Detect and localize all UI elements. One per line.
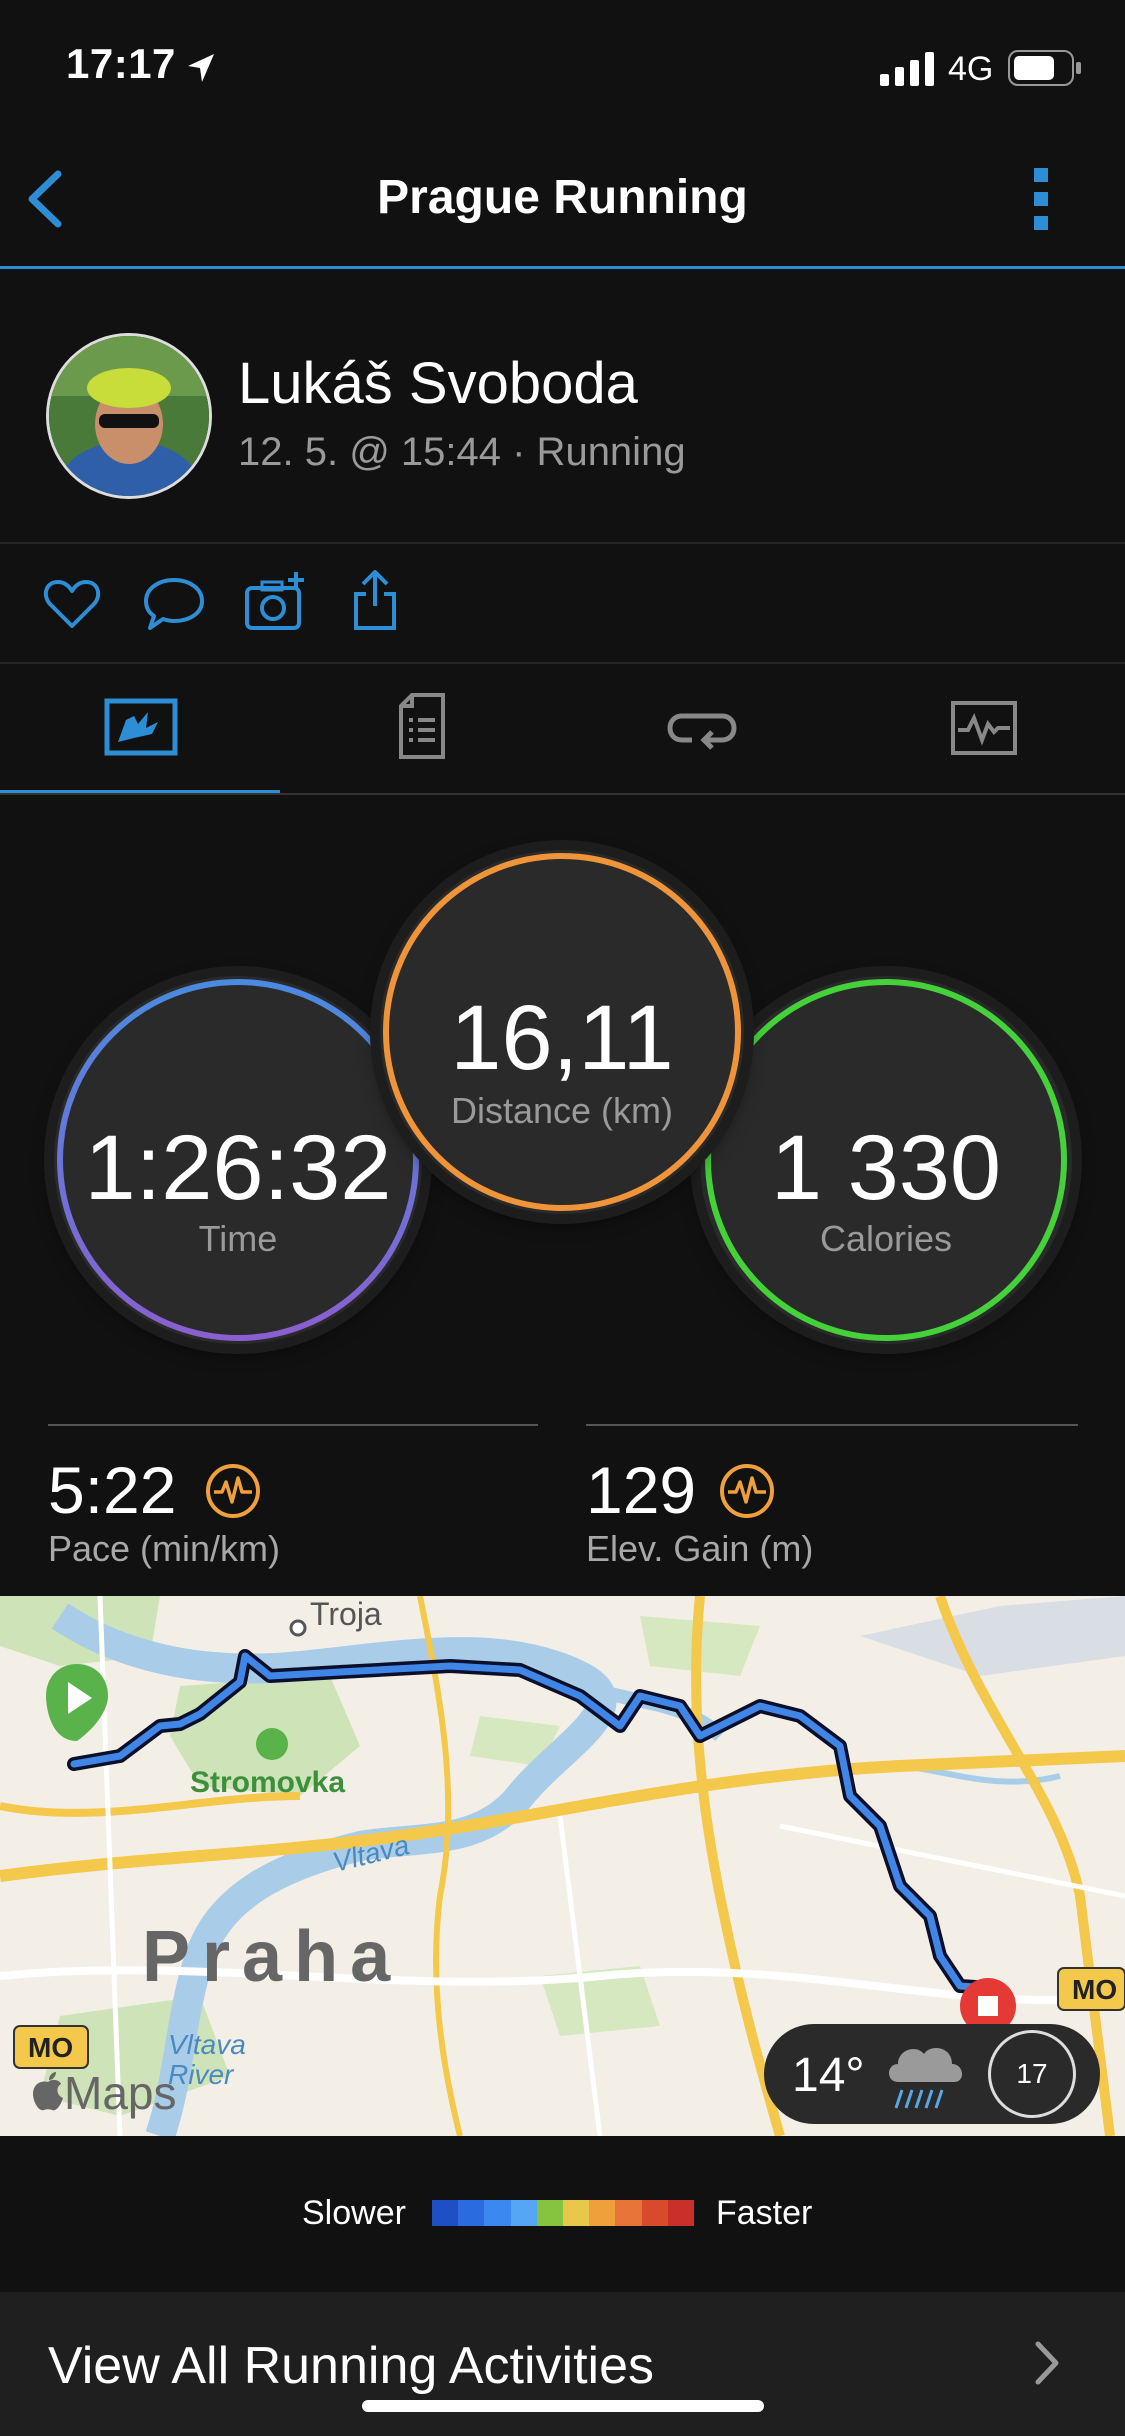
avatar[interactable] — [46, 333, 212, 499]
share-icon[interactable] — [352, 570, 398, 632]
divider — [0, 542, 1125, 544]
map-label-vltava-river: Vltava River — [168, 2029, 246, 2090]
elevation-value: 129 — [586, 1453, 697, 1527]
pace-label: Pace (min/km) — [48, 1528, 281, 1569]
elevation-zone-icon[interactable] — [718, 1462, 776, 1520]
tab-charts-icon[interactable] — [950, 700, 1018, 756]
distance-label: Distance (km) — [450, 1090, 674, 1131]
weather-temp: 14° — [792, 2049, 865, 2102]
time-circle: 1:26:32 Time — [54, 976, 422, 1344]
map-label-troja: Troja — [310, 1596, 382, 1632]
tab-details-icon[interactable] — [398, 692, 446, 760]
view-all-label: View All Running Activities — [48, 2337, 655, 2395]
weather-widget: 14° 17 — [764, 2024, 1100, 2124]
apple-logo-icon — [33, 2072, 63, 2111]
user-name[interactable]: Lukáš Svoboda — [238, 350, 638, 417]
status-time: 17:17 — [66, 40, 176, 87]
route-map[interactable]: Troja Stromovka Vltava Praha Vltava Rive… — [0, 1596, 1125, 2136]
divider — [48, 1424, 538, 1426]
divider — [0, 662, 1125, 664]
signal-icon — [880, 52, 934, 86]
battery-icon — [1008, 50, 1081, 86]
pace-value: 5:22 — [48, 1453, 177, 1527]
home-indicator — [362, 2400, 764, 2412]
map-label-stromovka: Stromovka — [190, 1766, 346, 1799]
divider — [586, 1424, 1078, 1426]
add-photo-icon[interactable] — [244, 572, 308, 632]
pace-legend: Slower Faster — [0, 2136, 1125, 2292]
map-label-praha: Praha — [142, 1917, 403, 1997]
view-all-activities-row[interactable]: View All Running Activities — [0, 2292, 1125, 2436]
divider — [0, 793, 1125, 795]
weather-hour: 17 — [1016, 2058, 1048, 2089]
pace-zone-icon[interactable] — [204, 1462, 262, 1520]
tab-overview-icon[interactable] — [104, 698, 178, 756]
chevron-right-icon — [1035, 2341, 1059, 2385]
calories-label: Calories — [819, 1218, 953, 1259]
network-label: 4G — [948, 50, 994, 88]
legend-gradient — [432, 2200, 695, 2226]
more-menu-icon[interactable] — [1034, 168, 1048, 230]
rain-cloud-icon — [889, 2048, 963, 2109]
comment-icon[interactable] — [142, 576, 206, 634]
nav-bar: Prague Running — [0, 130, 1125, 269]
calories-circle: 1 330 Calories — [700, 976, 1072, 1344]
legend-slower: Slower — [302, 2194, 406, 2232]
page-title: Prague Running — [377, 171, 748, 224]
time-value: 1:26:32 — [84, 1117, 392, 1219]
distance-circle: 16,11 Distance (km) — [380, 850, 744, 1214]
like-heart-icon[interactable] — [42, 576, 102, 632]
tab-laps-icon[interactable] — [666, 702, 738, 754]
legend-faster: Faster — [716, 2194, 813, 2232]
maps-attribution[interactable]: Maps — [64, 2066, 176, 2120]
map-badge-mo: MO — [1072, 1974, 1118, 2005]
activity-meta: 12. 5. @ 15:44 · Running — [238, 430, 686, 474]
time-label: Time — [198, 1218, 278, 1259]
distance-value: 16,11 — [450, 987, 674, 1089]
calories-value: 1 330 — [770, 1117, 1002, 1219]
map-badge-mo: MO — [28, 2032, 74, 2063]
location-arrow-icon — [188, 54, 214, 82]
elevation-label: Elev. Gain (m) — [586, 1528, 814, 1569]
